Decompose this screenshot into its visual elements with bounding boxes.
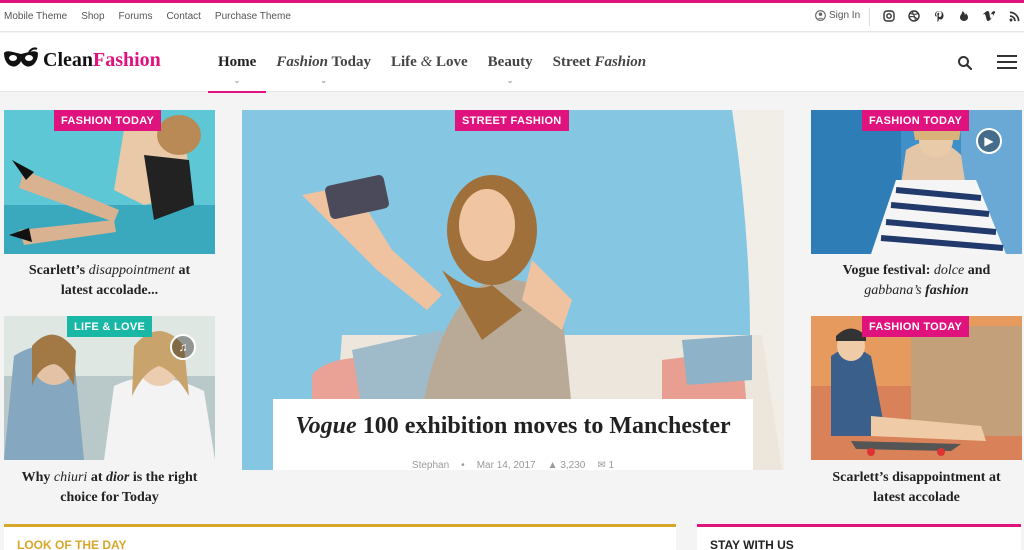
title-part: Scarlett’s	[28, 263, 89, 278]
title-part: at	[87, 470, 106, 485]
title-part: at	[174, 263, 191, 278]
play-icon[interactable]: ▶	[976, 128, 1002, 154]
top-link-contact[interactable]: Contact	[166, 11, 200, 22]
logo-word-clean: Clean	[43, 48, 93, 71]
article-image	[4, 110, 215, 254]
comments-value: 1	[608, 460, 615, 471]
meta-dot: •	[461, 460, 465, 471]
nav-street-label: Street	[552, 54, 595, 70]
sign-in-link[interactable]: Sign In	[815, 10, 860, 21]
featured-title-rest: 100 exhibition moves to Manchester	[356, 413, 731, 439]
logo-text: CleanFashion	[43, 49, 161, 72]
article-card-chiuri[interactable]: LIFE & LOVE ♫ Why chiuri at dior is the …	[4, 316, 215, 511]
nav-item-street-fashion[interactable]: Street Fashion	[543, 33, 657, 92]
chevron-down-icon: ⌄	[506, 76, 514, 85]
title-part: Scarlett’s disappointment at	[832, 470, 1001, 485]
featured-title-italic: Vogue	[295, 413, 357, 439]
title-part: is the right	[129, 470, 198, 485]
featured-title[interactable]: Vogue 100 exhibition moves to Manchester	[273, 413, 753, 440]
featured-meta: Stephan • Mar 14, 2017 ▲ 3,230 ✉ 1	[242, 460, 784, 471]
top-link-forums[interactable]: Forums	[119, 11, 153, 22]
title-italic: chiuri	[53, 470, 88, 485]
category-badge[interactable]: LIFE & LOVE	[67, 316, 153, 337]
site-header: CleanFashion Home ⌄ Fashion Today ⌄ Life…	[0, 33, 1024, 93]
title-italic-bold: fashion	[925, 283, 969, 298]
article-title[interactable]: Scarlett’s disappointment at latest accol…	[4, 261, 215, 301]
pinterest-icon[interactable]	[932, 9, 946, 23]
title-part: and	[964, 263, 991, 278]
topbar-divider	[869, 8, 870, 26]
mask-logo-icon	[4, 47, 38, 67]
article-image	[811, 316, 1022, 460]
article-title[interactable]: Vogue festival: dolce and gabbana’s fashi…	[811, 261, 1022, 301]
rss-icon[interactable]	[1007, 9, 1021, 23]
social-links	[882, 9, 1021, 23]
nav-item-life-love[interactable]: Life & Love	[381, 33, 478, 92]
category-badge[interactable]: FASHION TODAY	[862, 316, 970, 337]
music-note-icon[interactable]: ♫	[170, 334, 196, 360]
dribbble-icon[interactable]	[907, 9, 921, 23]
category-badge[interactable]: FASHION TODAY	[54, 110, 162, 131]
main-nav: Home ⌄ Fashion Today ⌄ Life & Love Beaut…	[208, 33, 657, 93]
article-title[interactable]: Why chiuri at dior is the right choice fo…	[4, 468, 215, 508]
nav-item-beauty[interactable]: Beauty ⌄	[478, 33, 543, 92]
title-italic: gabbana’s	[864, 283, 926, 298]
site-logo[interactable]: CleanFashion	[3, 47, 161, 73]
article-title[interactable]: Scarlett’s disappointment at latest accol…	[811, 468, 1022, 508]
category-badge[interactable]: STREET FASHION	[455, 110, 569, 131]
fire-icon[interactable]	[957, 9, 971, 23]
nav-love-label: Love	[432, 54, 468, 70]
section-title: LOOK OF THE DAY	[17, 538, 127, 550]
nav-fashion-today-italic: Fashion	[276, 54, 329, 70]
article-card-scarlett-2[interactable]: FASHION TODAY Scarlett’s disappointment …	[811, 316, 1022, 511]
author-name[interactable]: Stephan	[412, 460, 449, 471]
top-bar: Mobile Theme Shop Forums Contact Purchas…	[0, 3, 1024, 32]
section-look-of-the-day: LOOK OF THE DAY	[4, 524, 676, 550]
category-badge[interactable]: FASHION TODAY	[862, 110, 970, 131]
views-count: ▲ 3,230	[548, 460, 586, 471]
instagram-icon[interactable]	[882, 9, 896, 23]
top-links: Mobile Theme Shop Forums Contact Purchas…	[4, 11, 291, 22]
title-italic-bold: dior	[106, 470, 130, 485]
title-part: latest accolade...	[60, 283, 159, 298]
title-italic: dolce	[933, 263, 965, 278]
fire-icon: ▲	[547, 460, 558, 471]
title-part: Why	[21, 470, 54, 485]
section-title: STAY WITH US	[710, 538, 794, 550]
article-card-vogue-festival[interactable]: FASHION TODAY ▶ Vogue festival: dolce an…	[811, 110, 1022, 305]
hamburger-menu-icon[interactable]	[997, 55, 1017, 71]
nav-life-amp: &	[420, 54, 433, 70]
logo-word-fashion: Fashion	[93, 48, 161, 71]
nav-home-label: Home	[218, 54, 257, 70]
sign-in-label: Sign In	[829, 10, 861, 21]
title-part: choice for Today	[60, 490, 159, 505]
top-link-shop[interactable]: Shop	[81, 11, 104, 22]
nav-fashion-today-rest: Today	[328, 54, 371, 70]
article-card-scarlett[interactable]: FASHION TODAY Scarlett’s disappointment …	[4, 110, 215, 305]
section-stay-with-us: STAY WITH US	[697, 524, 1021, 550]
nav-beauty-label: Beauty	[487, 54, 533, 70]
top-link-purchase-theme[interactable]: Purchase Theme	[215, 11, 291, 22]
nav-item-home[interactable]: Home ⌄	[208, 33, 267, 93]
comment-icon: ✉	[597, 460, 606, 471]
featured-article[interactable]: STREET FASHION Vogue 100 exhibition move…	[242, 110, 784, 471]
nav-street-fashion-italic: Fashion	[594, 54, 647, 70]
nav-item-fashion-today[interactable]: Fashion Today ⌄	[266, 33, 381, 92]
user-icon	[815, 10, 826, 21]
title-italic: disappointment	[88, 263, 175, 278]
title-part: Vogue festival:	[842, 263, 934, 278]
search-icon[interactable]	[957, 55, 973, 71]
comments-count[interactable]: ✉ 1	[597, 460, 614, 471]
title-part: latest accolade	[873, 490, 960, 505]
chevron-down-icon: ⌄	[320, 76, 328, 85]
vimeo-icon[interactable]	[982, 9, 996, 23]
chevron-down-icon: ⌄	[233, 76, 241, 85]
post-date: Mar 14, 2017	[476, 460, 536, 471]
nav-life-label: Life	[390, 54, 421, 70]
views-value: 3,230	[560, 460, 586, 471]
top-link-mobile-theme[interactable]: Mobile Theme	[4, 11, 67, 22]
